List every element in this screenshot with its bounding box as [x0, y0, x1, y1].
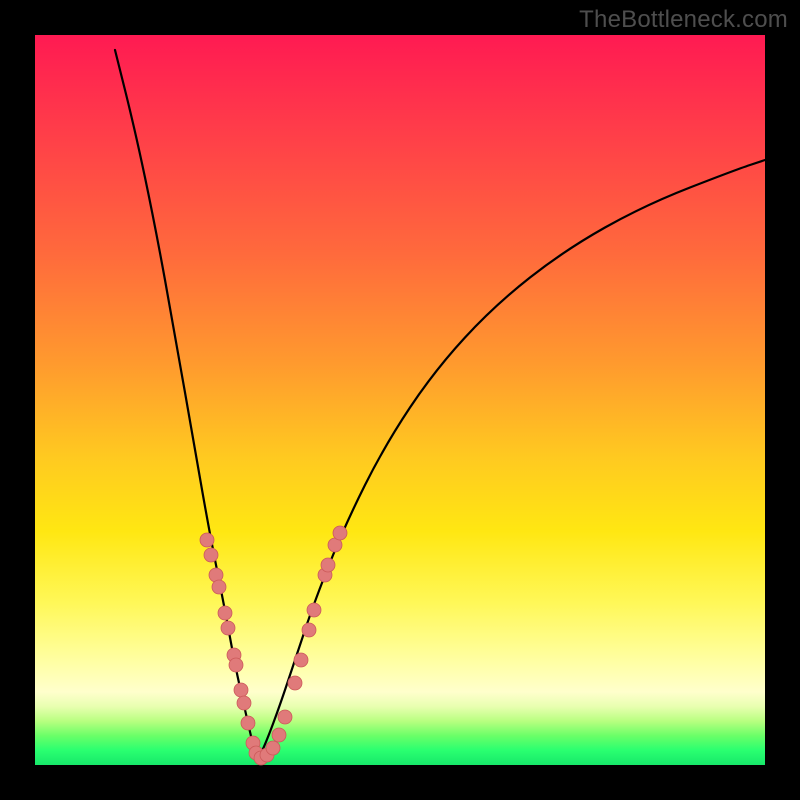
- marker-dot: [212, 580, 226, 594]
- marker-dot: [272, 728, 286, 742]
- marker-dots: [200, 526, 347, 765]
- marker-dot: [288, 676, 302, 690]
- marker-dot: [307, 603, 321, 617]
- marker-dot: [221, 621, 235, 635]
- bottleneck-curve: [115, 50, 765, 760]
- marker-dot: [200, 533, 214, 547]
- marker-dot: [278, 710, 292, 724]
- chart-frame: TheBottleneck.com: [0, 0, 800, 800]
- plot-svg: [35, 35, 765, 765]
- marker-dot: [234, 683, 248, 697]
- plot-area: [35, 35, 765, 765]
- marker-dot: [237, 696, 251, 710]
- marker-dot: [229, 658, 243, 672]
- marker-dot: [241, 716, 255, 730]
- marker-dot: [321, 558, 335, 572]
- curve-right-branch: [258, 160, 765, 760]
- marker-dot: [333, 526, 347, 540]
- marker-dot: [204, 548, 218, 562]
- marker-dot: [218, 606, 232, 620]
- watermark-text: TheBottleneck.com: [579, 6, 788, 34]
- marker-dot: [302, 623, 316, 637]
- marker-dot: [266, 741, 280, 755]
- marker-dot: [294, 653, 308, 667]
